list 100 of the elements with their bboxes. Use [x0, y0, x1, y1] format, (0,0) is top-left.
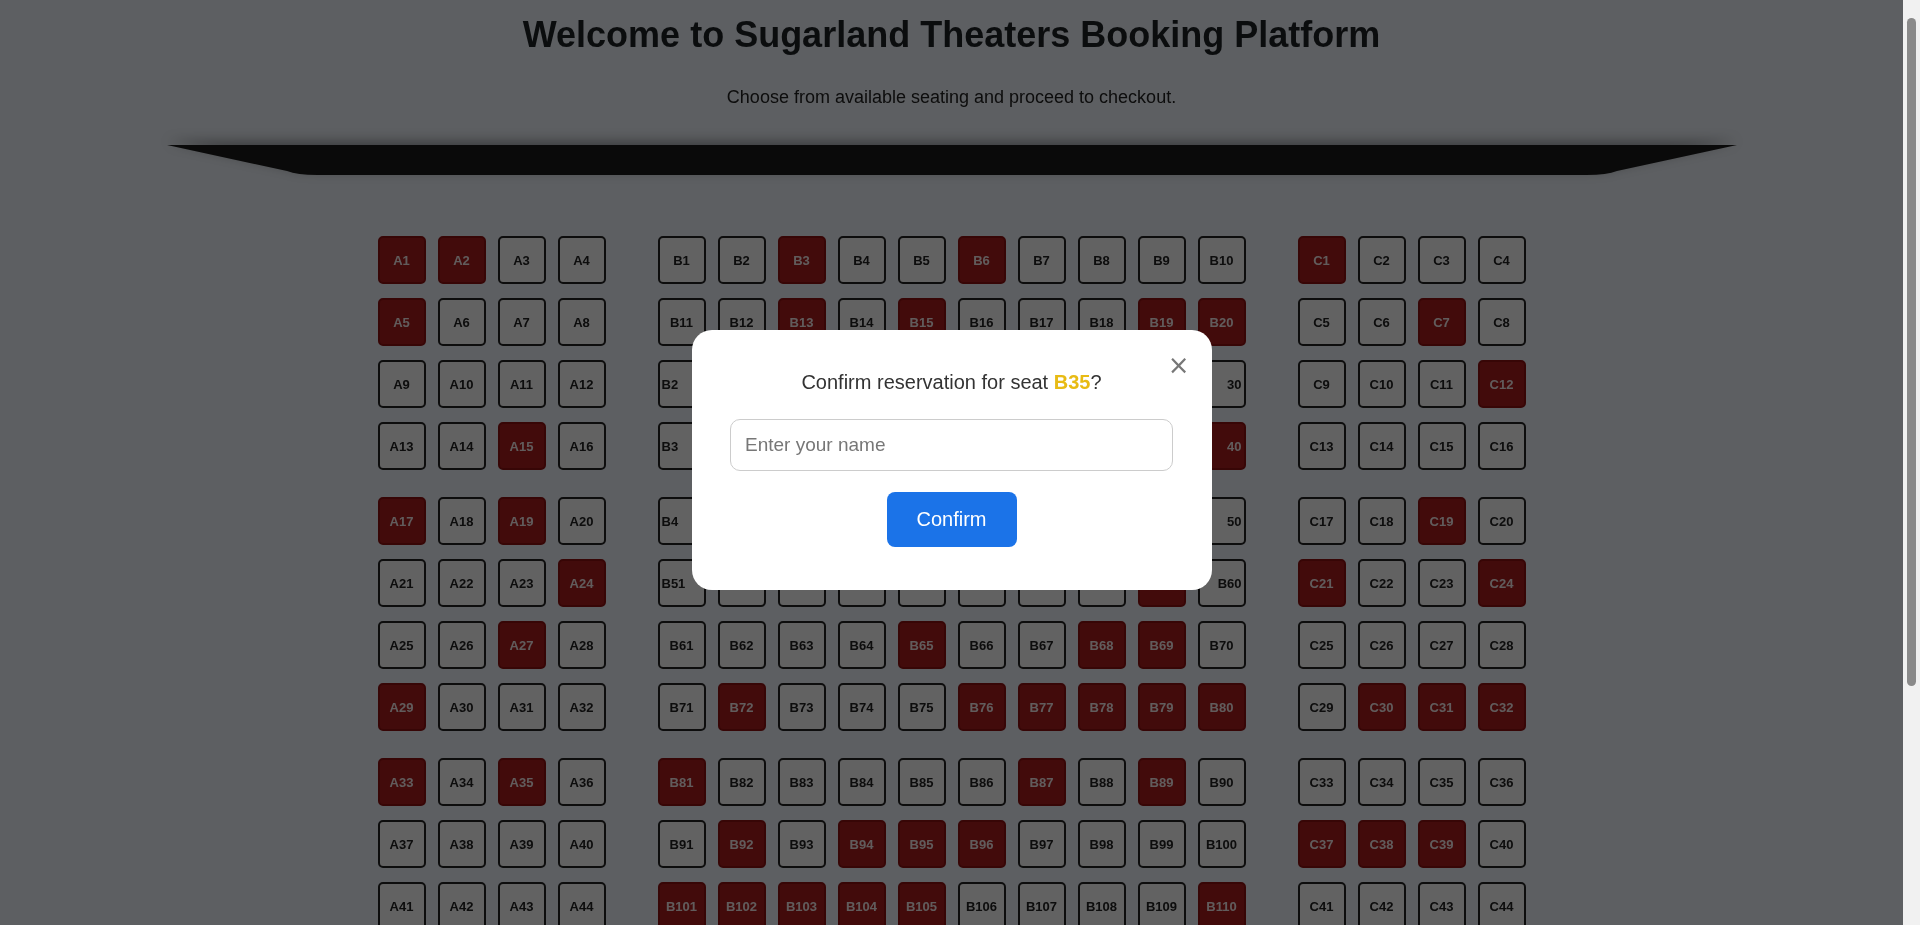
seat[interactable]: B108 — [1077, 882, 1126, 925]
seat[interactable]: C40 — [1477, 820, 1526, 868]
seat[interactable]: B85 — [897, 758, 946, 806]
seat[interactable]: B103 — [777, 882, 826, 925]
seat[interactable]: B62 — [717, 621, 766, 669]
seat[interactable]: A23 — [497, 559, 546, 607]
seat[interactable]: C4 — [1477, 236, 1526, 284]
seat[interactable]: B86 — [957, 758, 1006, 806]
seat[interactable]: B73 — [777, 683, 826, 731]
seat[interactable]: B61 — [657, 621, 706, 669]
seat[interactable]: A9 — [377, 360, 426, 408]
seat[interactable]: B110 — [1197, 882, 1246, 925]
seat[interactable]: B74 — [837, 683, 886, 731]
seat[interactable]: A2 — [437, 236, 486, 284]
seat[interactable]: A18 — [437, 497, 486, 545]
seat[interactable]: B84 — [837, 758, 886, 806]
seat[interactable]: B97 — [1017, 820, 1066, 868]
seat[interactable]: A25 — [377, 621, 426, 669]
seat[interactable]: B2 — [717, 236, 766, 284]
seat[interactable]: B11 — [657, 298, 706, 346]
seat[interactable]: C36 — [1477, 758, 1526, 806]
seat[interactable]: B66 — [957, 621, 1006, 669]
seat[interactable]: C35 — [1417, 758, 1466, 806]
seat[interactable]: B105 — [897, 882, 946, 925]
seat[interactable]: A26 — [437, 621, 486, 669]
seat[interactable]: C9 — [1297, 360, 1346, 408]
seat[interactable]: A12 — [557, 360, 606, 408]
seat[interactable]: C26 — [1357, 621, 1406, 669]
seat[interactable]: B99 — [1137, 820, 1186, 868]
seat[interactable]: A29 — [377, 683, 426, 731]
seat[interactable]: C17 — [1297, 497, 1346, 545]
seat[interactable]: A44 — [557, 882, 606, 925]
seat[interactable]: B5 — [897, 236, 946, 284]
seat[interactable]: B92 — [717, 820, 766, 868]
seat[interactable]: C24 — [1477, 559, 1526, 607]
seat[interactable]: A27 — [497, 621, 546, 669]
seat[interactable]: C12 — [1477, 360, 1526, 408]
seat[interactable]: C41 — [1297, 882, 1346, 925]
seat[interactable]: A5 — [377, 298, 426, 346]
seat[interactable]: A38 — [437, 820, 486, 868]
seat[interactable]: C1 — [1297, 236, 1346, 284]
seat[interactable]: C2 — [1357, 236, 1406, 284]
seat[interactable]: B9 — [1137, 236, 1186, 284]
seat[interactable]: B4 — [837, 236, 886, 284]
seat[interactable]: C33 — [1297, 758, 1346, 806]
seat[interactable]: C37 — [1297, 820, 1346, 868]
seat[interactable]: C15 — [1417, 422, 1466, 470]
seat[interactable]: B106 — [957, 882, 1006, 925]
seat[interactable]: A4 — [557, 236, 606, 284]
seat[interactable]: C23 — [1417, 559, 1466, 607]
seat[interactable]: C25 — [1297, 621, 1346, 669]
seat[interactable]: B96 — [957, 820, 1006, 868]
seat[interactable]: B64 — [837, 621, 886, 669]
seat[interactable]: A10 — [437, 360, 486, 408]
seat[interactable]: A37 — [377, 820, 426, 868]
seat[interactable]: C44 — [1477, 882, 1526, 925]
seat[interactable]: C8 — [1477, 298, 1526, 346]
confirm-button[interactable]: Confirm — [886, 491, 1017, 547]
seat[interactable]: A30 — [437, 683, 486, 731]
seat[interactable]: A34 — [437, 758, 486, 806]
seat[interactable]: B95 — [897, 820, 946, 868]
seat[interactable]: B63 — [777, 621, 826, 669]
seat[interactable]: A15 — [497, 422, 546, 470]
seat[interactable]: A1 — [377, 236, 426, 284]
seat[interactable]: A28 — [557, 621, 606, 669]
seat[interactable]: C10 — [1357, 360, 1406, 408]
seat[interactable]: B91 — [657, 820, 706, 868]
seat[interactable]: B8 — [1077, 236, 1126, 284]
seat[interactable]: A6 — [437, 298, 486, 346]
seat[interactable]: B67 — [1017, 621, 1066, 669]
seat[interactable]: A22 — [437, 559, 486, 607]
seat[interactable]: B78 — [1077, 683, 1126, 731]
seat[interactable]: B72 — [717, 683, 766, 731]
seat[interactable]: B20 — [1197, 298, 1246, 346]
seat[interactable]: C32 — [1477, 683, 1526, 731]
seat[interactable]: B10 — [1197, 236, 1246, 284]
seat[interactable]: B100 — [1197, 820, 1246, 868]
seat[interactable]: A39 — [497, 820, 546, 868]
seat[interactable]: B82 — [717, 758, 766, 806]
seat[interactable]: A31 — [497, 683, 546, 731]
seat[interactable]: A3 — [497, 236, 546, 284]
seat[interactable]: C22 — [1357, 559, 1406, 607]
seat[interactable]: C18 — [1357, 497, 1406, 545]
seat[interactable]: B69 — [1137, 621, 1186, 669]
seat[interactable]: C13 — [1297, 422, 1346, 470]
seat[interactable]: B75 — [897, 683, 946, 731]
seat[interactable]: B6 — [957, 236, 1006, 284]
seat[interactable]: C21 — [1297, 559, 1346, 607]
seat[interactable]: B104 — [837, 882, 886, 925]
seat[interactable]: B88 — [1077, 758, 1126, 806]
seat[interactable]: B109 — [1137, 882, 1186, 925]
seat[interactable]: A16 — [557, 422, 606, 470]
seat[interactable]: A43 — [497, 882, 546, 925]
seat[interactable]: A42 — [437, 882, 486, 925]
seat[interactable]: A19 — [497, 497, 546, 545]
seat[interactable]: B81 — [657, 758, 706, 806]
name-input[interactable]: Enter your name — [730, 418, 1173, 471]
seat[interactable]: C11 — [1417, 360, 1466, 408]
seat[interactable]: B80 — [1197, 683, 1246, 731]
seat[interactable]: B90 — [1197, 758, 1246, 806]
